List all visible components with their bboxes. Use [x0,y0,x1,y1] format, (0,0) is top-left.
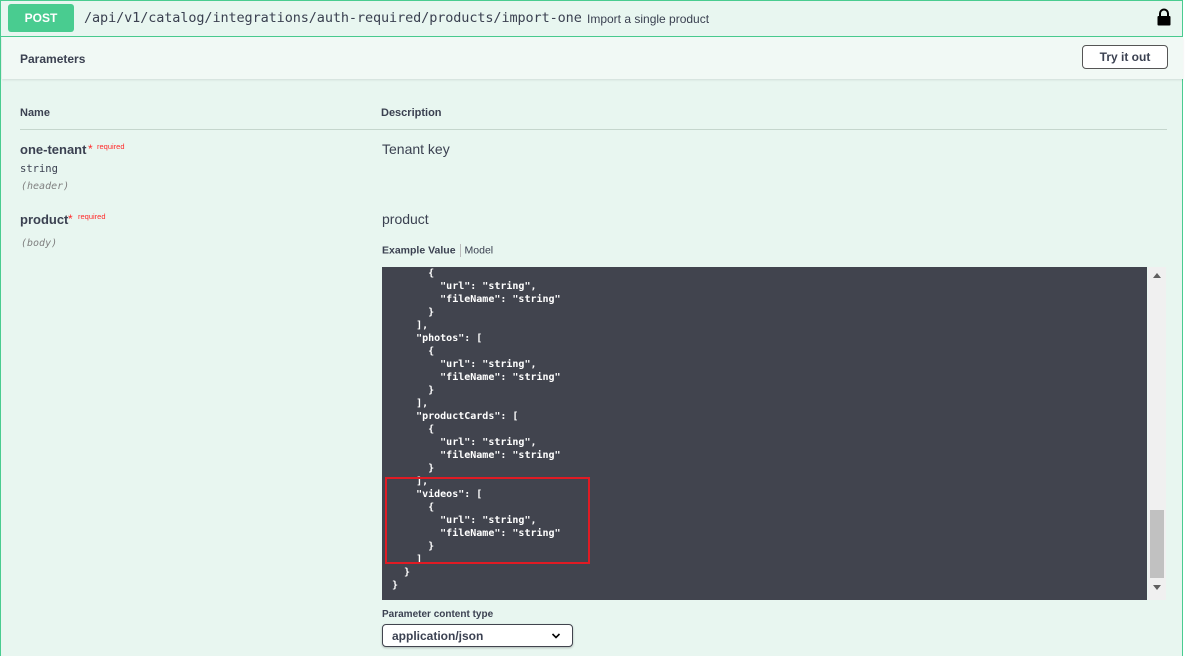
column-header-description: Description [381,107,442,119]
lock-icon[interactable] [1156,8,1172,26]
param-name-one-tenant: one-tenant [20,142,87,157]
tab-separator [459,244,461,257]
content-type-select[interactable]: application/json [382,624,573,647]
param-location: (header) [21,181,70,192]
param-name-product: product [20,212,69,227]
endpoint-path: /api/v1/catalog/integrations/auth-requir… [84,10,582,26]
header-divider [20,129,1167,130]
tab-example-value[interactable]: Example Value [382,244,456,256]
method-badge: POST [8,4,74,32]
param-type: string [20,163,58,175]
try-it-out-button[interactable]: Try it out [1082,45,1168,69]
required-star: * [88,142,93,156]
scroll-up-icon[interactable] [1153,273,1161,278]
content-type-value: application/json [392,629,484,643]
param-description: product [382,211,429,227]
content-type-label: Parameter content type [382,609,494,620]
example-tabs: Example Value Model [382,244,493,257]
param-location: (body) [21,238,58,249]
parameters-header: Parameters Try it out [2,37,1183,79]
column-header-name: Name [20,107,50,119]
required-label: required [97,142,125,151]
required-label: required [78,212,106,221]
scroll-down-icon[interactable] [1153,585,1161,590]
required-star: * [68,212,73,226]
parameters-title: Parameters [20,52,86,66]
highlight-box [385,477,590,564]
param-description: Tenant key [382,141,450,157]
tab-model[interactable]: Model [465,244,494,256]
scroll-thumb[interactable] [1150,510,1164,578]
operation-block: POST /api/v1/catalog/integrations/auth-r… [0,0,1183,656]
code-scrollbar[interactable] [1148,267,1166,600]
operation-summary[interactable]: POST /api/v1/catalog/integrations/auth-r… [1,1,1182,37]
chevron-down-icon [551,633,561,639]
operation-description: Import a single product [587,12,710,26]
